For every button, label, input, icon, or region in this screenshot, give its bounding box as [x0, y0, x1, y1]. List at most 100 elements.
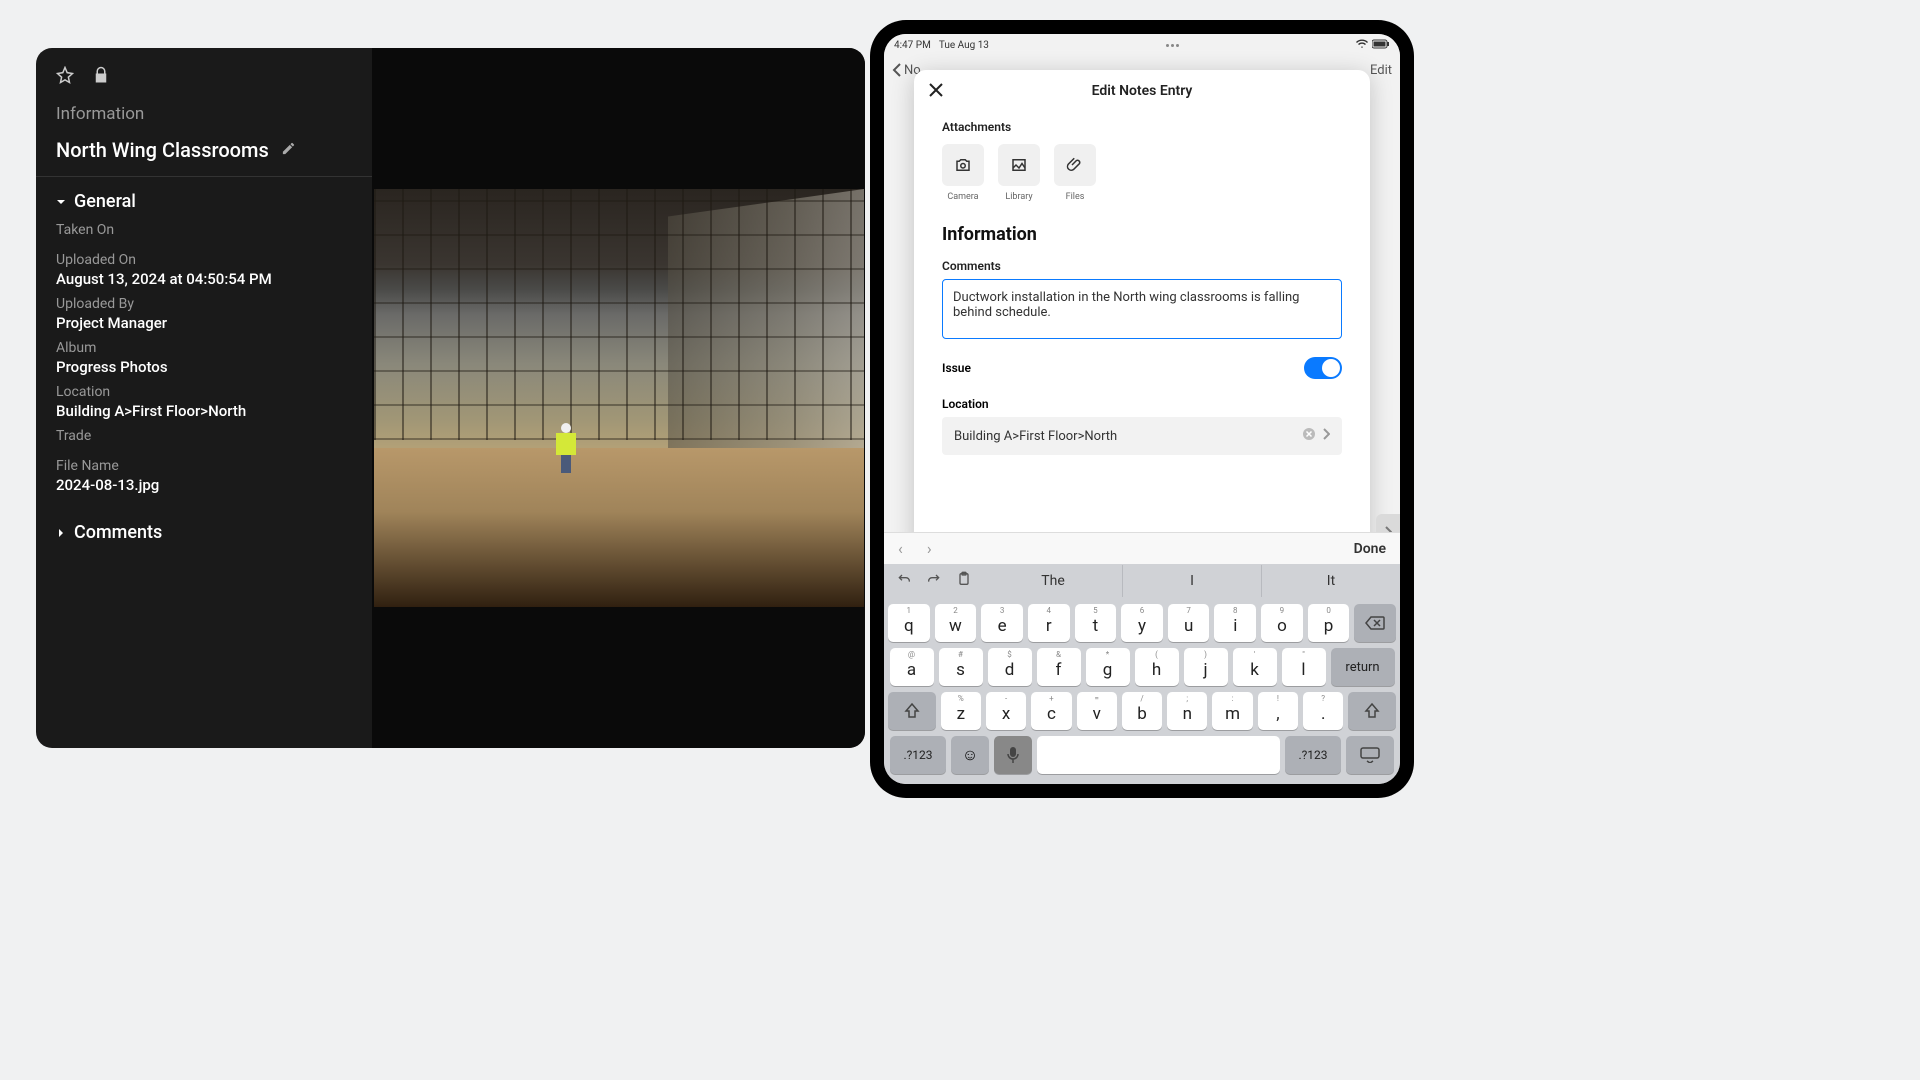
mode-key[interactable]: .?123: [890, 736, 946, 774]
key-,[interactable]: !,: [1258, 692, 1298, 730]
hide-keyboard-key[interactable]: [1346, 736, 1394, 774]
location-value: Building A>First Floor>North: [56, 402, 352, 420]
modal-location-label: Location: [942, 397, 1342, 411]
key-t[interactable]: 5t: [1075, 604, 1117, 642]
star-icon[interactable]: [56, 66, 74, 88]
comments-section-toggle[interactable]: Comments: [56, 522, 352, 543]
uploaded-by-value: Project Manager: [56, 314, 352, 332]
edit-notes-modal: Edit Notes Entry Attachments Camera Libr…: [914, 70, 1370, 554]
suggestion-2[interactable]: It: [1261, 565, 1400, 597]
delete-key[interactable]: [1354, 604, 1396, 642]
taken-on-label: Taken On: [56, 222, 352, 238]
file-name-value: 2024-08-13.jpg: [56, 476, 352, 494]
key-h[interactable]: (h: [1135, 648, 1179, 686]
key-.[interactable]: ?.: [1303, 692, 1343, 730]
key-e[interactable]: 3e: [981, 604, 1023, 642]
location-field[interactable]: Building A>First Floor>North: [942, 417, 1342, 455]
key-o[interactable]: 9o: [1261, 604, 1303, 642]
space-key[interactable]: [1037, 736, 1280, 774]
key-i[interactable]: 8i: [1214, 604, 1256, 642]
library-label: Library: [1005, 192, 1032, 202]
mic-icon: [1006, 746, 1020, 764]
key-j[interactable]: )j: [1184, 648, 1228, 686]
chevron-down-icon: [56, 197, 66, 207]
key-g[interactable]: *g: [1086, 648, 1130, 686]
shift-key-left[interactable]: [888, 692, 936, 730]
key-x[interactable]: -x: [986, 692, 1026, 730]
library-button[interactable]: Library: [998, 144, 1040, 202]
key-f[interactable]: &f: [1037, 648, 1081, 686]
chevron-right-icon: [56, 528, 66, 538]
paperclip-icon: [1066, 156, 1084, 174]
comments-label: Comments: [74, 522, 162, 543]
key-k[interactable]: 'k: [1233, 648, 1277, 686]
clear-icon[interactable]: [1302, 427, 1316, 445]
key-w[interactable]: 2w: [935, 604, 977, 642]
comments-textarea[interactable]: Ductwork installation in the North wing …: [942, 279, 1342, 339]
construction-photo: [374, 189, 864, 607]
key-m[interactable]: :m: [1212, 692, 1252, 730]
next-field-button[interactable]: ›: [927, 539, 932, 558]
uploaded-on-value: August 13, 2024 at 04:50:54 PM: [56, 270, 352, 288]
status-date: Tue Aug 13: [939, 40, 989, 51]
album-value: Progress Photos: [56, 358, 352, 376]
status-time: 4:47 PM: [894, 40, 931, 51]
key-b[interactable]: /b: [1122, 692, 1162, 730]
info-sidebar: Information North Wing Classrooms Genera…: [36, 48, 372, 748]
key-d[interactable]: $d: [988, 648, 1032, 686]
issue-toggle[interactable]: [1304, 357, 1342, 379]
shift-key-right[interactable]: [1348, 692, 1396, 730]
emoji-key[interactable]: ☺: [951, 736, 989, 774]
dictation-key[interactable]: [994, 736, 1032, 774]
desktop-photo-panel: Information North Wing Classrooms Genera…: [36, 48, 865, 748]
mode-key-right[interactable]: .?123: [1285, 736, 1341, 774]
camera-label: Camera: [947, 192, 978, 202]
key-p[interactable]: 0p: [1308, 604, 1350, 642]
redo-icon[interactable]: [926, 571, 942, 591]
key-v[interactable]: =v: [1077, 692, 1117, 730]
key-l[interactable]: "l: [1282, 648, 1326, 686]
return-key[interactable]: return: [1331, 648, 1395, 686]
key-q[interactable]: 1q: [888, 604, 930, 642]
close-icon[interactable]: [928, 82, 944, 102]
key-n[interactable]: ;n: [1167, 692, 1207, 730]
photo-viewer[interactable]: [372, 48, 865, 748]
key-u[interactable]: 7u: [1168, 604, 1210, 642]
files-label: Files: [1066, 192, 1085, 202]
general-label: General: [74, 191, 136, 212]
suggestion-0[interactable]: The: [984, 565, 1122, 597]
key-y[interactable]: 6y: [1121, 604, 1163, 642]
chevron-right-icon: [1322, 428, 1330, 444]
prev-field-button[interactable]: ‹: [898, 539, 903, 558]
clipboard-icon[interactable]: [956, 571, 972, 591]
wifi-icon: [1356, 39, 1368, 52]
chevron-left-icon: [892, 63, 902, 77]
key-a[interactable]: @a: [890, 648, 934, 686]
ipad-device: 4:47 PM Tue Aug 13 No Edit Edit Notes En…: [870, 20, 1414, 798]
trade-label: Trade: [56, 428, 352, 444]
issue-label: Issue: [942, 361, 971, 375]
modal-title: Edit Notes Entry: [1092, 83, 1193, 99]
key-r[interactable]: 4r: [1028, 604, 1070, 642]
key-z[interactable]: %z: [941, 692, 981, 730]
key-s[interactable]: #s: [939, 648, 983, 686]
lock-icon[interactable]: [92, 66, 110, 88]
battery-icon: [1372, 39, 1390, 52]
key-c[interactable]: +c: [1031, 692, 1071, 730]
modal-comments-label: Comments: [942, 259, 1342, 273]
location-label: Location: [56, 384, 352, 400]
nav-edit-button[interactable]: Edit: [1370, 63, 1392, 78]
files-button[interactable]: Files: [1054, 144, 1096, 202]
done-button[interactable]: Done: [1354, 541, 1386, 557]
modal-info-heading: Information: [942, 224, 1342, 245]
attachments-label: Attachments: [942, 120, 1342, 134]
pencil-icon[interactable]: [281, 141, 296, 160]
camera-button[interactable]: Camera: [942, 144, 984, 202]
status-bar: 4:47 PM Tue Aug 13: [884, 34, 1400, 54]
onscreen-keyboard: 1q2w3e4r5t6y7u8i9o0p @a#s$d&f*g(h)j'k"lr…: [884, 598, 1400, 784]
information-heading: Information: [56, 104, 352, 124]
suggestion-1[interactable]: I: [1122, 565, 1261, 597]
general-section-toggle[interactable]: General: [56, 191, 352, 212]
undo-icon[interactable]: [896, 571, 912, 591]
emoji-icon: ☺: [962, 745, 978, 765]
